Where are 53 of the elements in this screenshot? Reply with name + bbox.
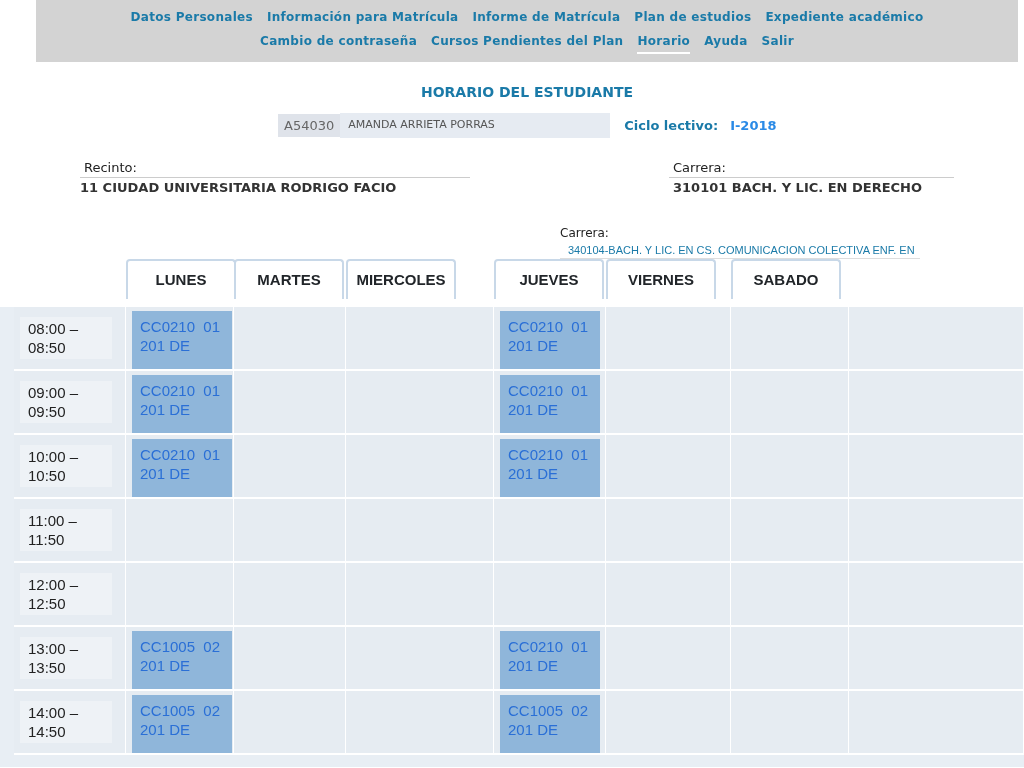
day-header: LUNES: [126, 259, 236, 299]
day-header: MARTES: [234, 259, 344, 299]
carrera-label: Carrera:: [672, 158, 727, 177]
course-code: CC0210 01: [140, 317, 222, 336]
time-slot: 10:00 – 10:50: [20, 445, 112, 487]
nav-link[interactable]: Salir: [761, 32, 794, 54]
course-code: CC0210 01: [140, 445, 222, 464]
page-title: HORARIO DEL ESTUDIANTE: [419, 83, 634, 102]
course-code: CC0210 01: [508, 381, 590, 400]
student-id: A54030: [278, 113, 341, 137]
time-slot: 12:00 – 12:50: [20, 573, 112, 615]
day-header: JUEVES: [494, 259, 604, 299]
nav-link[interactable]: Informe de Matrícula: [472, 8, 621, 30]
nav-link[interactable]: Datos Personales: [130, 8, 253, 30]
nav-link[interactable]: Ayuda: [704, 32, 748, 54]
time-slot: 14:00 – 14:50: [20, 701, 112, 743]
room-label: 201 DE: [508, 656, 560, 675]
recinto-value: 11 CIUDAD UNIVERSITARIA RODRIGO FACIO: [80, 177, 470, 198]
nav-link[interactable]: Cambio de contraseña: [260, 32, 418, 54]
time-slot: 08:00 – 08:50: [20, 317, 112, 359]
room-label: 201 DE: [140, 400, 192, 419]
room-label: 201 DE: [508, 464, 560, 483]
course-code: CC0210 01: [508, 637, 590, 656]
day-header: SABADO: [731, 259, 841, 299]
time-slot: 09:00 – 09:50: [20, 381, 112, 423]
cycle-label: Ciclo lectivo:: [624, 116, 719, 135]
nav-link[interactable]: Cursos Pendientes del Plan: [431, 32, 624, 54]
nav-link[interactable]: Información para Matrícula: [266, 8, 459, 30]
course-code: CC0210 01: [508, 317, 590, 336]
day-header: VIERNES: [606, 259, 716, 299]
course-code: CC0210 01: [140, 381, 222, 400]
time-slot: 13:00 – 13:50: [20, 637, 112, 679]
nav-link[interactable]: Expediente académico: [765, 8, 924, 30]
nav-link[interactable]: Plan de estudios: [634, 8, 752, 30]
carrera-label: Carrera:: [560, 224, 610, 242]
recinto-label: Recinto:: [83, 158, 138, 177]
room-label: 201 DE: [140, 336, 192, 355]
room-label: 201 DE: [140, 464, 192, 483]
room-label: 201 DE: [508, 400, 560, 419]
room-label: 201 DE: [140, 656, 192, 675]
nav-link[interactable]: Horario: [637, 32, 691, 54]
room-label: 201 DE: [508, 720, 560, 739]
time-slot: 11:00 – 11:50: [20, 509, 112, 551]
carrera-value: 310101 BACH. Y LIC. EN DERECHO: [669, 177, 954, 198]
course-code: CC0210 01: [508, 445, 590, 464]
room-label: 201 DE: [140, 720, 192, 739]
day-header: MIERCOLES: [346, 259, 456, 299]
cycle-value: I-2018: [730, 116, 777, 135]
course-code: CC1005 02: [508, 701, 590, 720]
student-name: AMANDA ARRIETA PORRAS: [340, 113, 611, 138]
course-code: CC1005 02: [140, 637, 222, 656]
room-label: 201 DE: [508, 336, 560, 355]
course-code: CC1005 02: [140, 701, 222, 720]
